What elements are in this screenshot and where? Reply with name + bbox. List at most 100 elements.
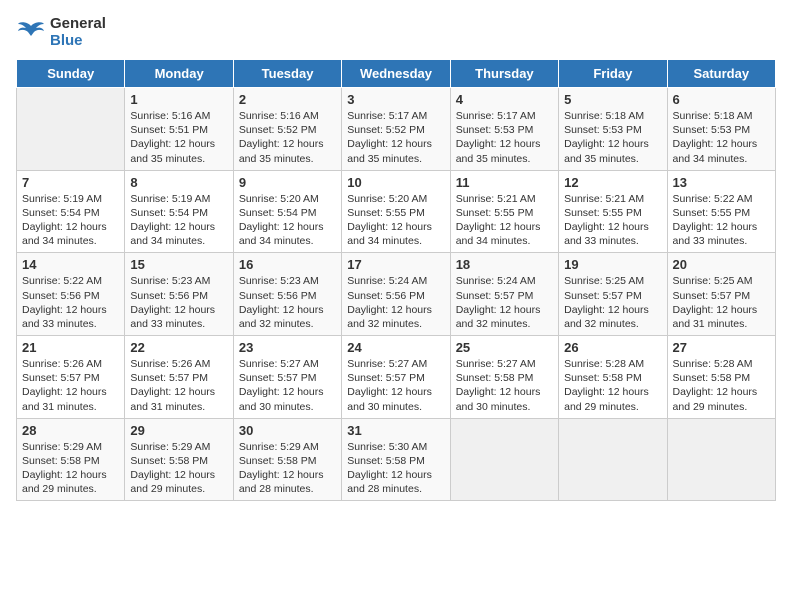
daylight-label: Daylight: 12 hours	[130, 221, 215, 233]
day-number: 23	[239, 340, 336, 355]
day-number: 17	[347, 257, 444, 272]
logo-blue: Blue	[50, 33, 106, 50]
calendar-cell: 11Sunrise: 5:21 AMSunset: 5:55 PMDayligh…	[450, 170, 558, 253]
sunrise-label: Sunrise: 5:16 AM	[130, 110, 210, 122]
daylight-minutes: and 28 minutes.	[239, 483, 314, 495]
sunrise-label: Sunrise: 5:24 AM	[347, 275, 427, 287]
daylight-label: Daylight: 12 hours	[22, 221, 107, 233]
sunset-label: Sunset: 5:57 PM	[564, 290, 642, 302]
daylight-minutes: and 32 minutes.	[564, 318, 639, 330]
sunrise-label: Sunrise: 5:25 AM	[564, 275, 644, 287]
daylight-label: Daylight: 12 hours	[130, 386, 215, 398]
calendar-cell: 9Sunrise: 5:20 AMSunset: 5:54 PMDaylight…	[233, 170, 341, 253]
daylight-label: Daylight: 12 hours	[564, 304, 649, 316]
daylight-minutes: and 34 minutes.	[239, 235, 314, 247]
sunrise-label: Sunrise: 5:19 AM	[22, 193, 102, 205]
sunset-label: Sunset: 5:54 PM	[22, 207, 100, 219]
logo-container: General Blue	[16, 16, 106, 49]
daylight-minutes: and 34 minutes.	[673, 153, 748, 165]
day-info: Sunrise: 5:20 AMSunset: 5:54 PMDaylight:…	[239, 192, 336, 249]
daylight-minutes: and 30 minutes.	[347, 401, 422, 413]
sunrise-label: Sunrise: 5:24 AM	[456, 275, 536, 287]
daylight-minutes: and 30 minutes.	[239, 401, 314, 413]
sunrise-label: Sunrise: 5:28 AM	[673, 358, 753, 370]
sunset-label: Sunset: 5:58 PM	[456, 372, 534, 384]
day-info: Sunrise: 5:21 AMSunset: 5:55 PMDaylight:…	[564, 192, 661, 249]
daylight-minutes: and 35 minutes.	[130, 153, 205, 165]
sunrise-label: Sunrise: 5:27 AM	[239, 358, 319, 370]
sunset-label: Sunset: 5:51 PM	[130, 124, 208, 136]
day-info: Sunrise: 5:16 AM Sunset: 5:51 PM Daylight:…	[130, 109, 227, 166]
day-info: Sunrise: 5:20 AMSunset: 5:55 PMDaylight:…	[347, 192, 444, 249]
day-number: 18	[456, 257, 553, 272]
daylight-minutes: and 29 minutes.	[22, 483, 97, 495]
calendar-cell: 2Sunrise: 5:16 AMSunset: 5:52 PMDaylight…	[233, 88, 341, 171]
calendar-cell: 26Sunrise: 5:28 AMSunset: 5:58 PMDayligh…	[559, 336, 667, 419]
day-number: 29	[130, 423, 227, 438]
daylight-minutes: and 32 minutes.	[347, 318, 422, 330]
daylight-minutes: and 33 minutes.	[22, 318, 97, 330]
sunset-label: Sunset: 5:58 PM	[564, 372, 642, 384]
sunrise-label: Sunrise: 5:26 AM	[130, 358, 210, 370]
sunset-label: Sunset: 5:52 PM	[239, 124, 317, 136]
calendar-cell: 30Sunrise: 5:29 AMSunset: 5:58 PMDayligh…	[233, 418, 341, 501]
daylight-label: Daylight: 12 hours	[456, 138, 541, 150]
sunset-label: Sunset: 5:52 PM	[347, 124, 425, 136]
day-info: Sunrise: 5:29 AMSunset: 5:58 PMDaylight:…	[22, 440, 119, 497]
day-number: 26	[564, 340, 661, 355]
daylight-label: Daylight: 12 hours	[347, 221, 432, 233]
day-number: 10	[347, 175, 444, 190]
day-number: 16	[239, 257, 336, 272]
daylight-label: Daylight: 12 hours	[456, 221, 541, 233]
sunrise-label: Sunrise: 5:29 AM	[239, 441, 319, 453]
week-row-1: 1Sunrise: 5:16 AMSunset: 5:51 PMDaylight…	[17, 88, 776, 171]
daylight-minutes: and 34 minutes.	[456, 235, 531, 247]
logo: General Blue	[16, 16, 106, 49]
sunrise-label: Sunrise: 5:18 AM	[564, 110, 644, 122]
logo-bird-icon	[16, 18, 46, 48]
day-info: Sunrise: 5:24 AMSunset: 5:57 PMDaylight:…	[456, 274, 553, 331]
header-day-saturday: Saturday	[667, 60, 775, 88]
day-info: Sunrise: 5:24 AMSunset: 5:56 PMDaylight:…	[347, 274, 444, 331]
calendar-cell: 14Sunrise: 5:22 AMSunset: 5:56 PMDayligh…	[17, 253, 125, 336]
day-number: 30	[239, 423, 336, 438]
day-number: 21	[22, 340, 119, 355]
daylight-minutes: and 33 minutes.	[130, 318, 205, 330]
day-number: 15	[130, 257, 227, 272]
sunset-label: Sunset: 5:57 PM	[347, 372, 425, 384]
sunset-label: Sunset: 5:57 PM	[673, 290, 751, 302]
day-number: 22	[130, 340, 227, 355]
calendar-cell: 17 Sunrise: 5:24 AMSunset: 5:56 PMDayligh…	[342, 253, 450, 336]
day-info: Sunrise: 5:27 AMSunset: 5:57 PMDaylight:…	[347, 357, 444, 414]
daylight-label: Daylight: 12 hours	[130, 138, 215, 150]
daylight-minutes: and 31 minutes.	[673, 318, 748, 330]
day-number: 6	[673, 92, 770, 107]
sunrise-label: Sunrise: 5:27 AM	[456, 358, 536, 370]
week-row-2: 7Sunrise: 5:19 AMSunset: 5:54 PMDaylight…	[17, 170, 776, 253]
header-day-friday: Friday	[559, 60, 667, 88]
daylight-label: Daylight: 12 hours	[22, 469, 107, 481]
calendar-cell: 13Sunrise: 5:22 AMSunset: 5:55 PMDayligh…	[667, 170, 775, 253]
calendar-cell: 19Sunrise: 5:25 AMSunset: 5:57 PMDayligh…	[559, 253, 667, 336]
sunset-label: Sunset: 5:55 PM	[673, 207, 751, 219]
sunset-label: Sunset: 5:56 PM	[239, 290, 317, 302]
sunset-label: Sunset: 5:58 PM	[347, 455, 425, 467]
calendar-cell	[667, 418, 775, 501]
calendar-cell: 3Sunrise: 5:17 AMSunset: 5:52 PMDaylight…	[342, 88, 450, 171]
daylight-label: Daylight: 12 hours	[456, 304, 541, 316]
calendar-cell	[450, 418, 558, 501]
daylight-minutes: and 35 minutes.	[347, 153, 422, 165]
day-info: Sunrise: 5:19 AMSunset: 5:54 PMDaylight:…	[130, 192, 227, 249]
calendar-cell: 8 Sunrise: 5:19 AMSunset: 5:54 PMDaylight…	[125, 170, 233, 253]
sunset-label: Sunset: 5:53 PM	[564, 124, 642, 136]
sunrise-label: Sunrise: 5:17 AM	[456, 110, 536, 122]
daylight-label: Daylight: 12 hours	[564, 138, 649, 150]
sunrise-label: Sunrise: 5:21 AM	[456, 193, 536, 205]
day-number: 24	[347, 340, 444, 355]
header-day-thursday: Thursday	[450, 60, 558, 88]
sunrise-label: Sunrise: 5:19 AM	[130, 193, 210, 205]
day-number: 8	[130, 175, 227, 190]
sunrise-label: Sunrise: 5:29 AM	[130, 441, 210, 453]
sunset-label: Sunset: 5:57 PM	[22, 372, 100, 384]
daylight-minutes: and 28 minutes.	[347, 483, 422, 495]
